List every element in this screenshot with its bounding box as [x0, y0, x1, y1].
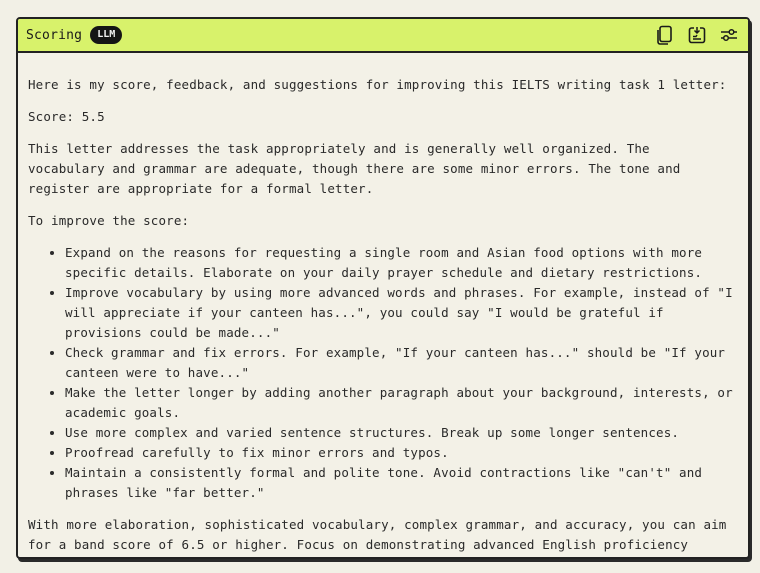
- panel-header: Scoring LLM: [18, 19, 748, 53]
- intro-text: Here is my score, feedback, and suggesti…: [28, 77, 727, 92]
- settings-button[interactable]: [718, 24, 740, 46]
- scoring-panel: Scoring LLM Here is my score, feedback, …: [16, 17, 750, 559]
- settings-sliders-icon: [721, 28, 737, 42]
- list-item: Expand on the reasons for requesting a s…: [65, 243, 734, 283]
- list-item: Maintain a consistently formal and polit…: [65, 463, 734, 503]
- list-item: Improve vocabulary by using more advance…: [65, 283, 734, 343]
- export-button[interactable]: [686, 24, 708, 46]
- summary-text: This letter addresses the task appropria…: [28, 141, 681, 196]
- response-content: Here is my score, feedback, and suggesti…: [18, 53, 748, 555]
- export-icon: [688, 27, 706, 44]
- list-item: Use more complex and varied sentence str…: [65, 423, 734, 443]
- list-item: Proofread carefully to fix minor errors …: [65, 443, 734, 463]
- conclusion-text: With more elaboration, sophisticated voc…: [28, 517, 727, 552]
- suggestions-list: Expand on the reasons for requesting a s…: [28, 243, 734, 503]
- copy-button[interactable]: [654, 24, 676, 46]
- list-item: Make the letter longer by adding another…: [65, 383, 734, 423]
- copy-icon: [657, 25, 672, 45]
- panel-title: Scoring: [26, 27, 83, 43]
- score-text: Score: 5.5: [28, 109, 105, 124]
- llm-badge: LLM: [90, 26, 123, 44]
- list-item: Check grammar and fix errors. For exampl…: [65, 343, 734, 383]
- improve-heading: To improve the score:: [28, 213, 190, 228]
